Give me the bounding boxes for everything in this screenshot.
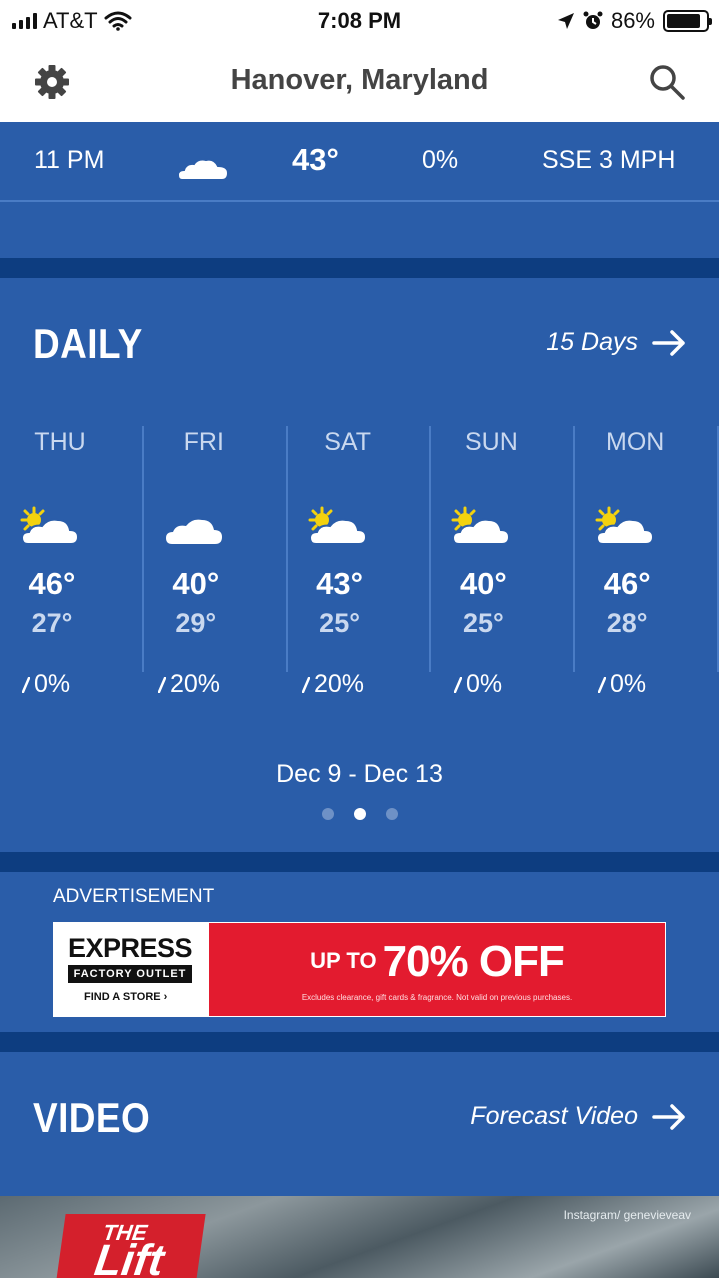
day-precip-sun: 0% <box>454 670 502 699</box>
page-dot[interactable] <box>353 808 366 820</box>
alarm-icon <box>583 11 603 29</box>
daily-15-days-link[interactable]: 15 Days <box>546 328 686 357</box>
ad-brand: EXPRESS <box>68 933 193 963</box>
hourly-time: 11 PM <box>34 146 105 174</box>
video-link-label: Forecast Video <box>470 1102 638 1130</box>
day-precip-mon: 0% <box>598 670 646 699</box>
raindrop-icon <box>158 676 166 693</box>
raindrop-icon <box>598 676 606 693</box>
arrow-right-icon <box>652 1103 685 1130</box>
section-divider <box>0 852 719 872</box>
raindrop-icon <box>22 676 30 693</box>
ad-banner[interactable]: EXPRESS FACTORY OUTLET FIND A STORE › UP… <box>53 922 666 1017</box>
hourly-forecast-row[interactable]: 11 PM 43° 0% SSE 3 MPH <box>0 122 719 202</box>
advertisement-section: ADVERTISEMENT EXPRESS FACTORY OUTLET FIN… <box>0 872 719 1032</box>
ad-find-store: FIND A STORE › <box>84 991 168 1003</box>
date-range: Dec 9 - Dec 13 <box>276 760 443 788</box>
ad-brand-panel: EXPRESS FACTORY OUTLET FIND A STORE › <box>54 923 209 1016</box>
image-credit: Instagram/ genevieveav <box>563 1208 691 1222</box>
section-divider <box>0 1032 719 1052</box>
status-bar: AT&T 7:08 PM 86% <box>0 0 719 42</box>
daily-precip-row: 0% 20% 20% 0% 0% <box>0 670 719 700</box>
day-low-temp: 25° <box>319 608 361 638</box>
raindrop-icon <box>454 676 462 693</box>
section-divider <box>0 258 719 278</box>
hourly-temperature: 43° <box>292 142 339 177</box>
day-column-sun[interactable]: SUN 40° 25° <box>431 426 576 672</box>
daily-title: DAILY <box>33 320 143 367</box>
logo-text-lift: Lift <box>91 1236 167 1278</box>
battery-icon <box>663 10 712 32</box>
cloud-icon <box>165 519 222 544</box>
ad-offer-panel: UP TO 70% OFF Excludes clearance, gift ca… <box>209 923 665 1016</box>
day-low-temp: 29° <box>175 608 217 638</box>
sun-cloud-icon <box>451 506 511 545</box>
app-header: Hanover, Maryland <box>0 42 719 122</box>
day-low-temp: 28° <box>606 608 648 638</box>
sun-cloud-icon <box>595 506 655 545</box>
hourly-precip: 0% <box>422 146 459 174</box>
day-precip-value: 0% <box>34 670 71 698</box>
day-column-thu[interactable]: THU 46° 27° <box>0 426 144 672</box>
day-precip-fri: 20% <box>158 670 220 699</box>
search-icon[interactable] <box>648 63 686 101</box>
forecast-video-link[interactable]: Forecast Video <box>470 1102 686 1131</box>
status-right-group: 86% <box>557 8 712 34</box>
day-precip-value: 20% <box>314 670 365 698</box>
day-high-temp: 46° <box>28 566 76 601</box>
location-arrow-icon <box>557 13 574 29</box>
battery-percent: 86% <box>610 8 655 33</box>
the-lift-logo: THE Lift <box>54 1214 206 1278</box>
day-high-temp: 40° <box>172 566 220 601</box>
day-high-temp: 40° <box>459 566 507 601</box>
daily-forecast-section: DAILY 15 Days THU 46° 27° FRI 40° 29° SA… <box>0 278 719 852</box>
battery-fill <box>667 14 700 28</box>
day-name: FRI <box>183 428 224 456</box>
day-column-mon[interactable]: MON 46° 28° <box>575 426 719 672</box>
page-indicator[interactable] <box>0 808 719 820</box>
day-precip-value: 20% <box>170 670 221 698</box>
video-title: VIDEO <box>33 1094 151 1141</box>
day-precip-sat: 20% <box>302 670 364 699</box>
day-column-fri[interactable]: FRI 40° 29° <box>144 426 288 672</box>
ad-offer: UP TO 70% OFF <box>209 937 665 987</box>
day-precip-thu: 0% <box>22 670 70 699</box>
video-thumbnail[interactable]: THE Lift Instagram/ genevieveav <box>0 1196 719 1278</box>
day-column-sat[interactable]: SAT 43° 25° <box>288 426 432 672</box>
day-high-temp: 46° <box>603 566 651 601</box>
ad-offer-value: 70% OFF <box>382 937 565 986</box>
moon-cloud-icon <box>176 142 230 181</box>
ad-brand-sub: FACTORY OUTLET <box>68 965 192 983</box>
ad-label: ADVERTISEMENT <box>53 886 215 907</box>
raindrop-icon <box>302 676 310 693</box>
day-name: SAT <box>324 428 371 456</box>
video-section: VIDEO Forecast Video <box>0 1052 719 1196</box>
day-low-temp: 27° <box>31 608 73 638</box>
ad-fine-print: Excludes clearance, gift cards & fragran… <box>301 993 573 1002</box>
day-precip-value: 0% <box>466 670 503 698</box>
hourly-wind: SSE 3 MPH <box>542 146 676 174</box>
arrow-right-icon <box>652 329 685 356</box>
daily-link-label: 15 Days <box>546 328 638 356</box>
daily-days-row[interactable]: THU 46° 27° FRI 40° 29° SAT 43° 25° SUN … <box>0 426 719 672</box>
day-name: THU <box>34 428 86 456</box>
day-name: MON <box>606 428 665 456</box>
page-dot[interactable] <box>321 808 334 820</box>
sun-cloud-icon <box>308 506 367 545</box>
ad-up-to: UP TO <box>310 948 377 973</box>
day-name: SUN <box>464 428 518 456</box>
day-precip-value: 0% <box>610 670 647 698</box>
page-dot[interactable] <box>385 808 398 820</box>
day-high-temp: 43° <box>316 566 364 601</box>
day-low-temp: 25° <box>462 608 504 638</box>
sun-cloud-icon <box>20 506 80 545</box>
location-title[interactable]: Hanover, Maryland <box>0 64 719 97</box>
